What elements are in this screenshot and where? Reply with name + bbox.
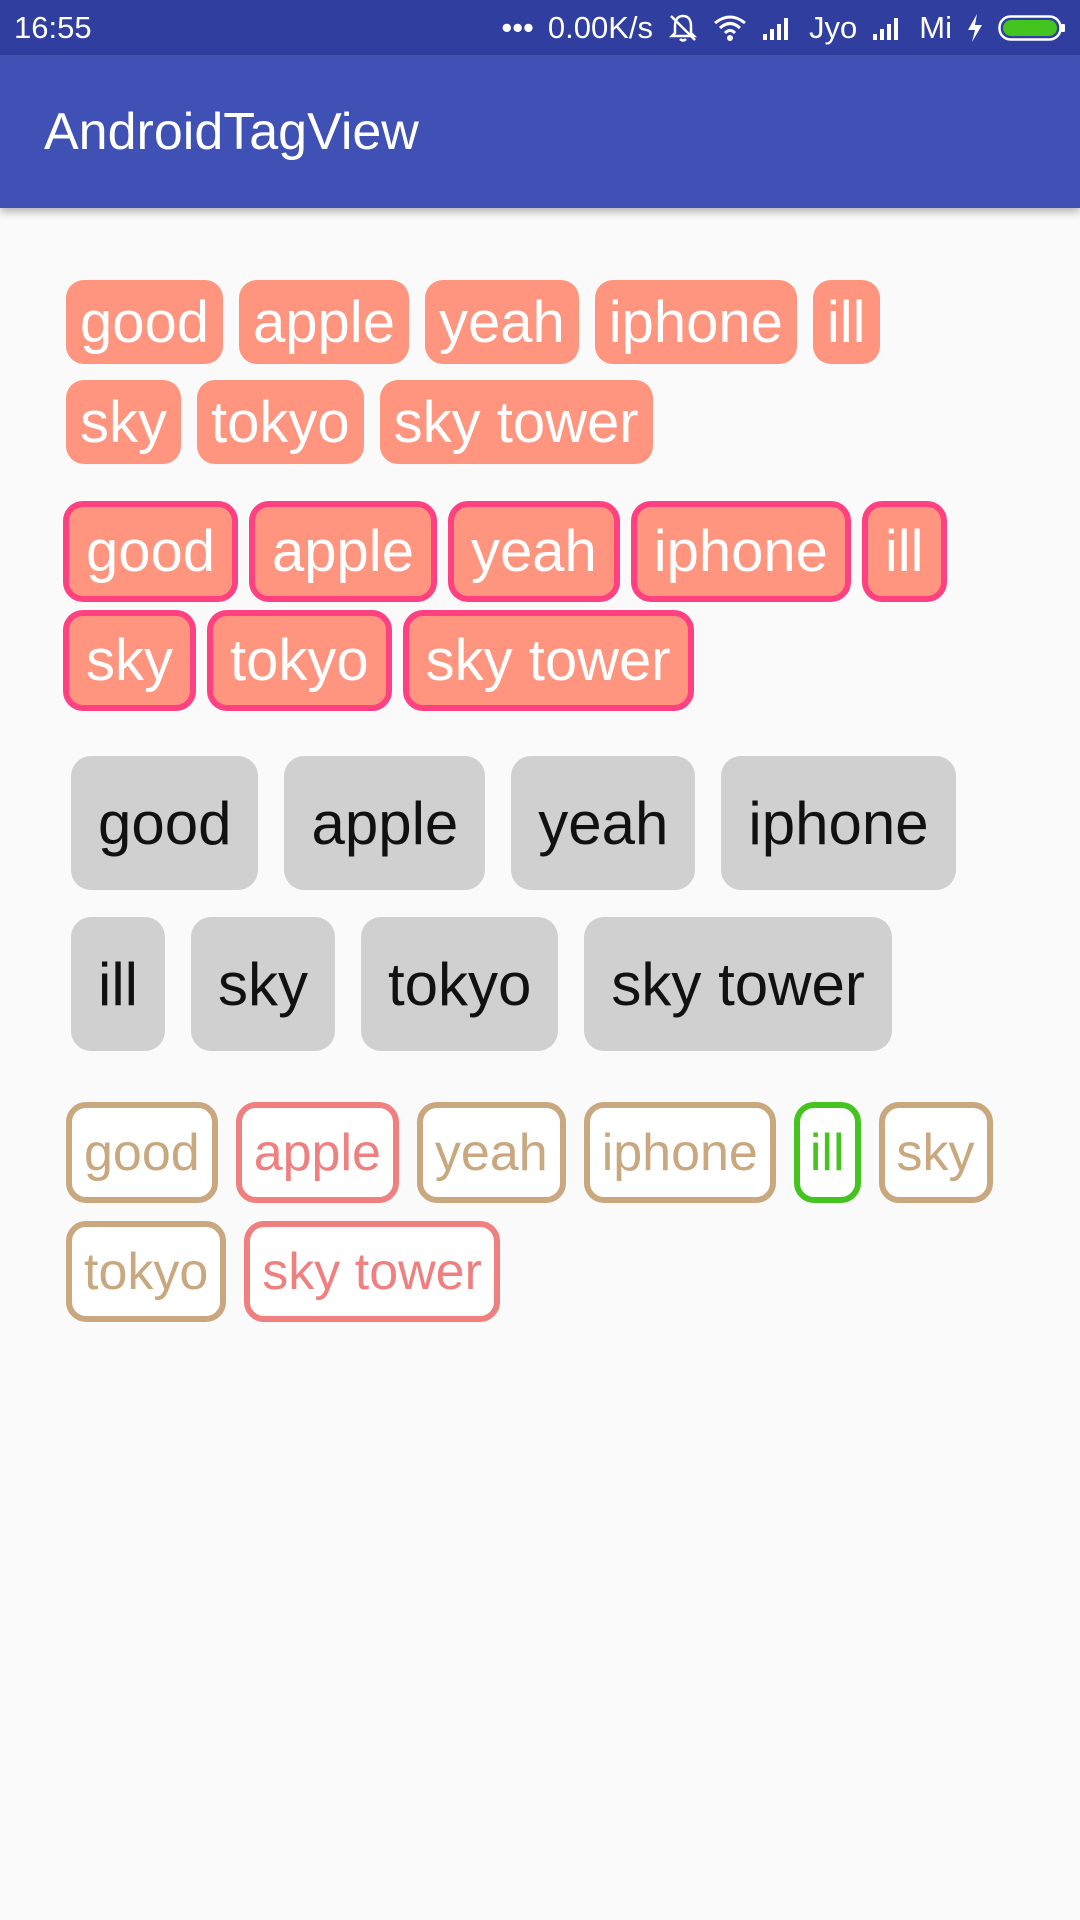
tag[interactable]: ill — [793, 1102, 861, 1203]
tag[interactable]: sky tower — [584, 917, 892, 1051]
tag[interactable]: sky — [878, 1102, 993, 1203]
tag-row: good apple yeah iphone ill — [66, 280, 896, 364]
tag[interactable]: apple — [239, 280, 409, 364]
app-title: AndroidTagView — [44, 102, 419, 161]
tag[interactable]: yeah — [447, 501, 620, 602]
tag[interactable]: iphone — [583, 1102, 776, 1203]
tag[interactable]: ill — [71, 917, 165, 1051]
alarm-off-icon — [667, 12, 699, 44]
tag[interactable]: good — [63, 501, 239, 602]
tag[interactable]: sky — [66, 380, 181, 464]
signal-icon — [761, 14, 795, 42]
wifi-icon — [713, 14, 747, 42]
tag[interactable]: sky tower — [379, 380, 653, 464]
carrier-2: Mi — [919, 9, 952, 45]
tag[interactable]: yeah — [424, 280, 579, 364]
tag[interactable]: iphone — [594, 280, 797, 364]
battery-icon — [998, 13, 1066, 43]
tag-row: ill sky tokyo sky tower — [71, 917, 918, 1051]
status-icons: ••• 0.00K/s Jyo Mi — [501, 10, 1066, 46]
network-speed: 0.00K/s — [547, 9, 654, 45]
tag[interactable]: tokyo — [361, 917, 559, 1051]
tag[interactable]: yeah — [416, 1102, 566, 1203]
tag[interactable]: yeah — [511, 756, 696, 890]
tag-row: sky tokyo sky tower — [63, 610, 705, 711]
tag-row: tokyo sky tower — [66, 1221, 518, 1322]
tag[interactable]: ill — [812, 280, 880, 364]
tag[interactable]: tokyo — [197, 380, 364, 464]
tag[interactable]: iphone — [630, 501, 851, 602]
tag[interactable]: apple — [235, 1102, 399, 1203]
tag[interactable]: good — [71, 756, 259, 890]
more-dots-icon: ••• — [501, 9, 534, 45]
tag-row: sky tokyo sky tower — [66, 380, 669, 464]
carrier-1: Jyo — [809, 9, 858, 45]
signal-icon — [871, 14, 905, 42]
status-time: 16:55 — [14, 9, 92, 45]
tag-row: good apple yeah iphone ill sky — [66, 1102, 1011, 1203]
tag[interactable]: good — [66, 1102, 218, 1203]
status-bar: 16:55 ••• 0.00K/s Jyo Mi — [0, 0, 1080, 55]
tag[interactable]: iphone — [721, 756, 956, 890]
tag[interactable]: tokyo — [207, 610, 392, 711]
charging-icon — [966, 13, 984, 43]
tag[interactable]: good — [66, 280, 224, 364]
tag-row: good apple yeah iphone — [71, 756, 982, 890]
app-bar: AndroidTagView — [0, 55, 1080, 208]
tag[interactable]: sky — [63, 610, 196, 711]
tag[interactable]: ill — [861, 501, 947, 602]
tag[interactable]: sky tower — [402, 610, 694, 711]
tag[interactable]: apple — [249, 501, 437, 602]
tag[interactable]: sky tower — [244, 1221, 500, 1322]
tag-row: good apple yeah iphone ill — [63, 501, 958, 602]
tag[interactable]: apple — [284, 756, 486, 890]
tag[interactable]: sky — [191, 917, 335, 1051]
tag[interactable]: tokyo — [66, 1221, 227, 1322]
